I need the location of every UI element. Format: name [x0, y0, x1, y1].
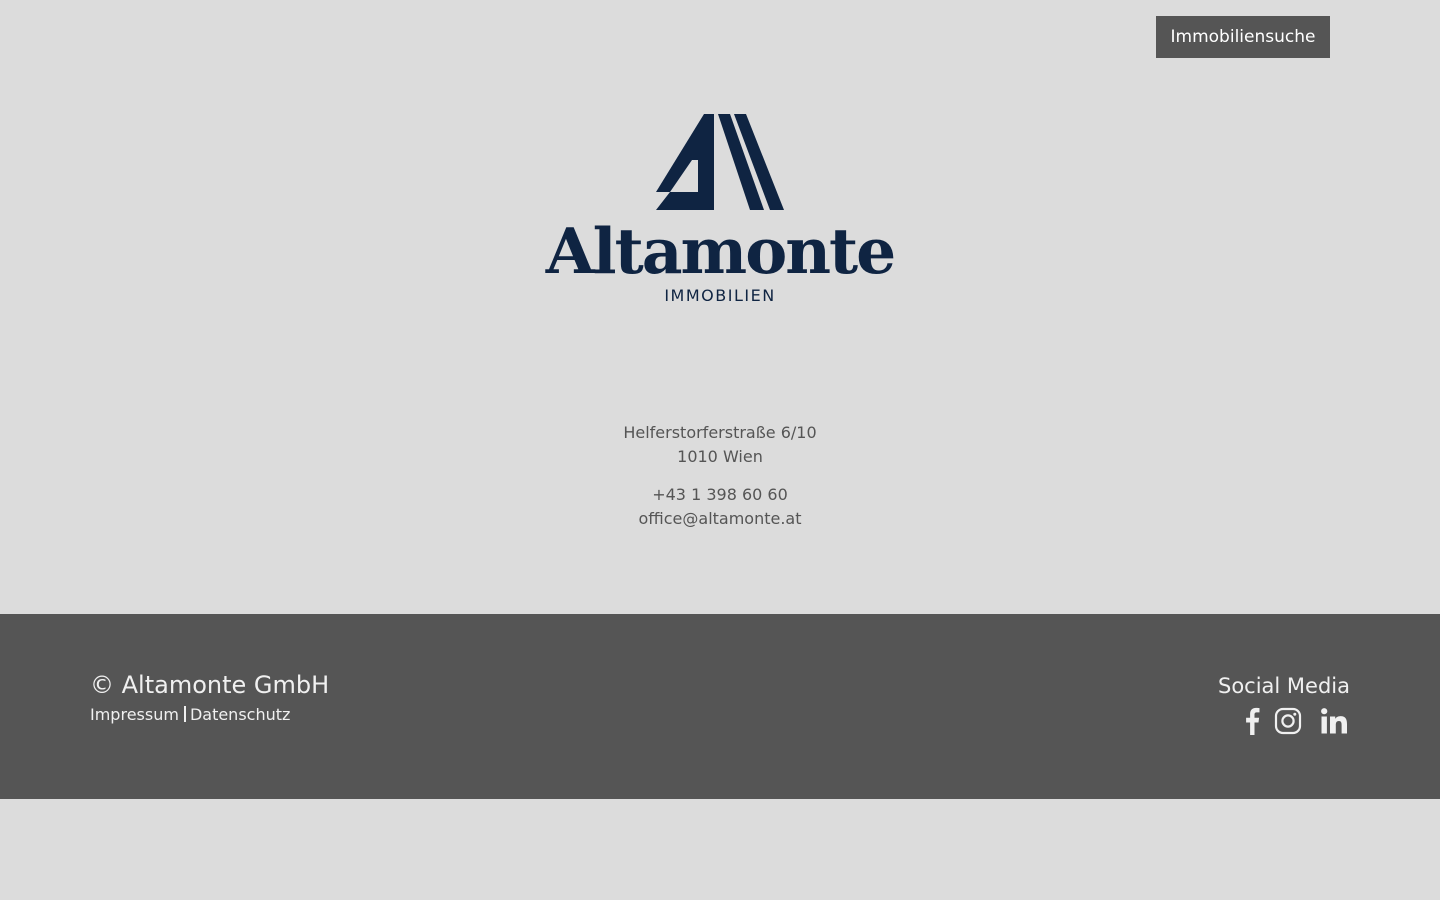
- email-address[interactable]: office@altamonte.at: [520, 507, 920, 531]
- link-separator: [183, 706, 186, 722]
- address-city: 1010 Wien: [677, 447, 763, 466]
- contact-spacer: [520, 469, 920, 483]
- linkedin-icon: [1321, 708, 1347, 734]
- social-icons: [1230, 706, 1348, 736]
- logo-subtitle: IMMOBILIEN: [664, 286, 776, 305]
- instagram-link[interactable]: [1274, 707, 1302, 735]
- social-media-title: Social Media: [1217, 674, 1350, 698]
- contact-block: Helferstorferstraße 6/10 1010 Wien +43 1…: [520, 421, 920, 531]
- datenschutz-link[interactable]: Datenschutz: [190, 705, 290, 724]
- facebook-icon: [1246, 707, 1260, 735]
- impressum-link[interactable]: Impressum: [90, 705, 179, 724]
- property-search-button[interactable]: Immobiliensuche: [1156, 16, 1330, 58]
- altamonte-logo[interactable]: Altamonte IMMOBILIEN: [540, 100, 900, 320]
- footer: © Altamonte GmbH Impressum Datenschutz So…: [0, 614, 1440, 799]
- linkedin-link[interactable]: [1320, 707, 1348, 735]
- logo-mark-icon: [656, 114, 784, 210]
- address-street: Helferstorferstraße 6/10: [623, 423, 817, 442]
- logo-wordmark: Altamonte: [545, 214, 896, 288]
- legal-links: Impressum Datenschutz: [90, 704, 290, 726]
- facebook-link[interactable]: [1244, 707, 1260, 735]
- copyright-text: © Altamonte GmbH: [90, 671, 330, 699]
- phone-number[interactable]: +43 1 398 60 60: [520, 483, 920, 507]
- page: Immobiliensuche Altamonte IMMOBILIEN Hel…: [0, 0, 1440, 900]
- instagram-icon: [1274, 707, 1302, 735]
